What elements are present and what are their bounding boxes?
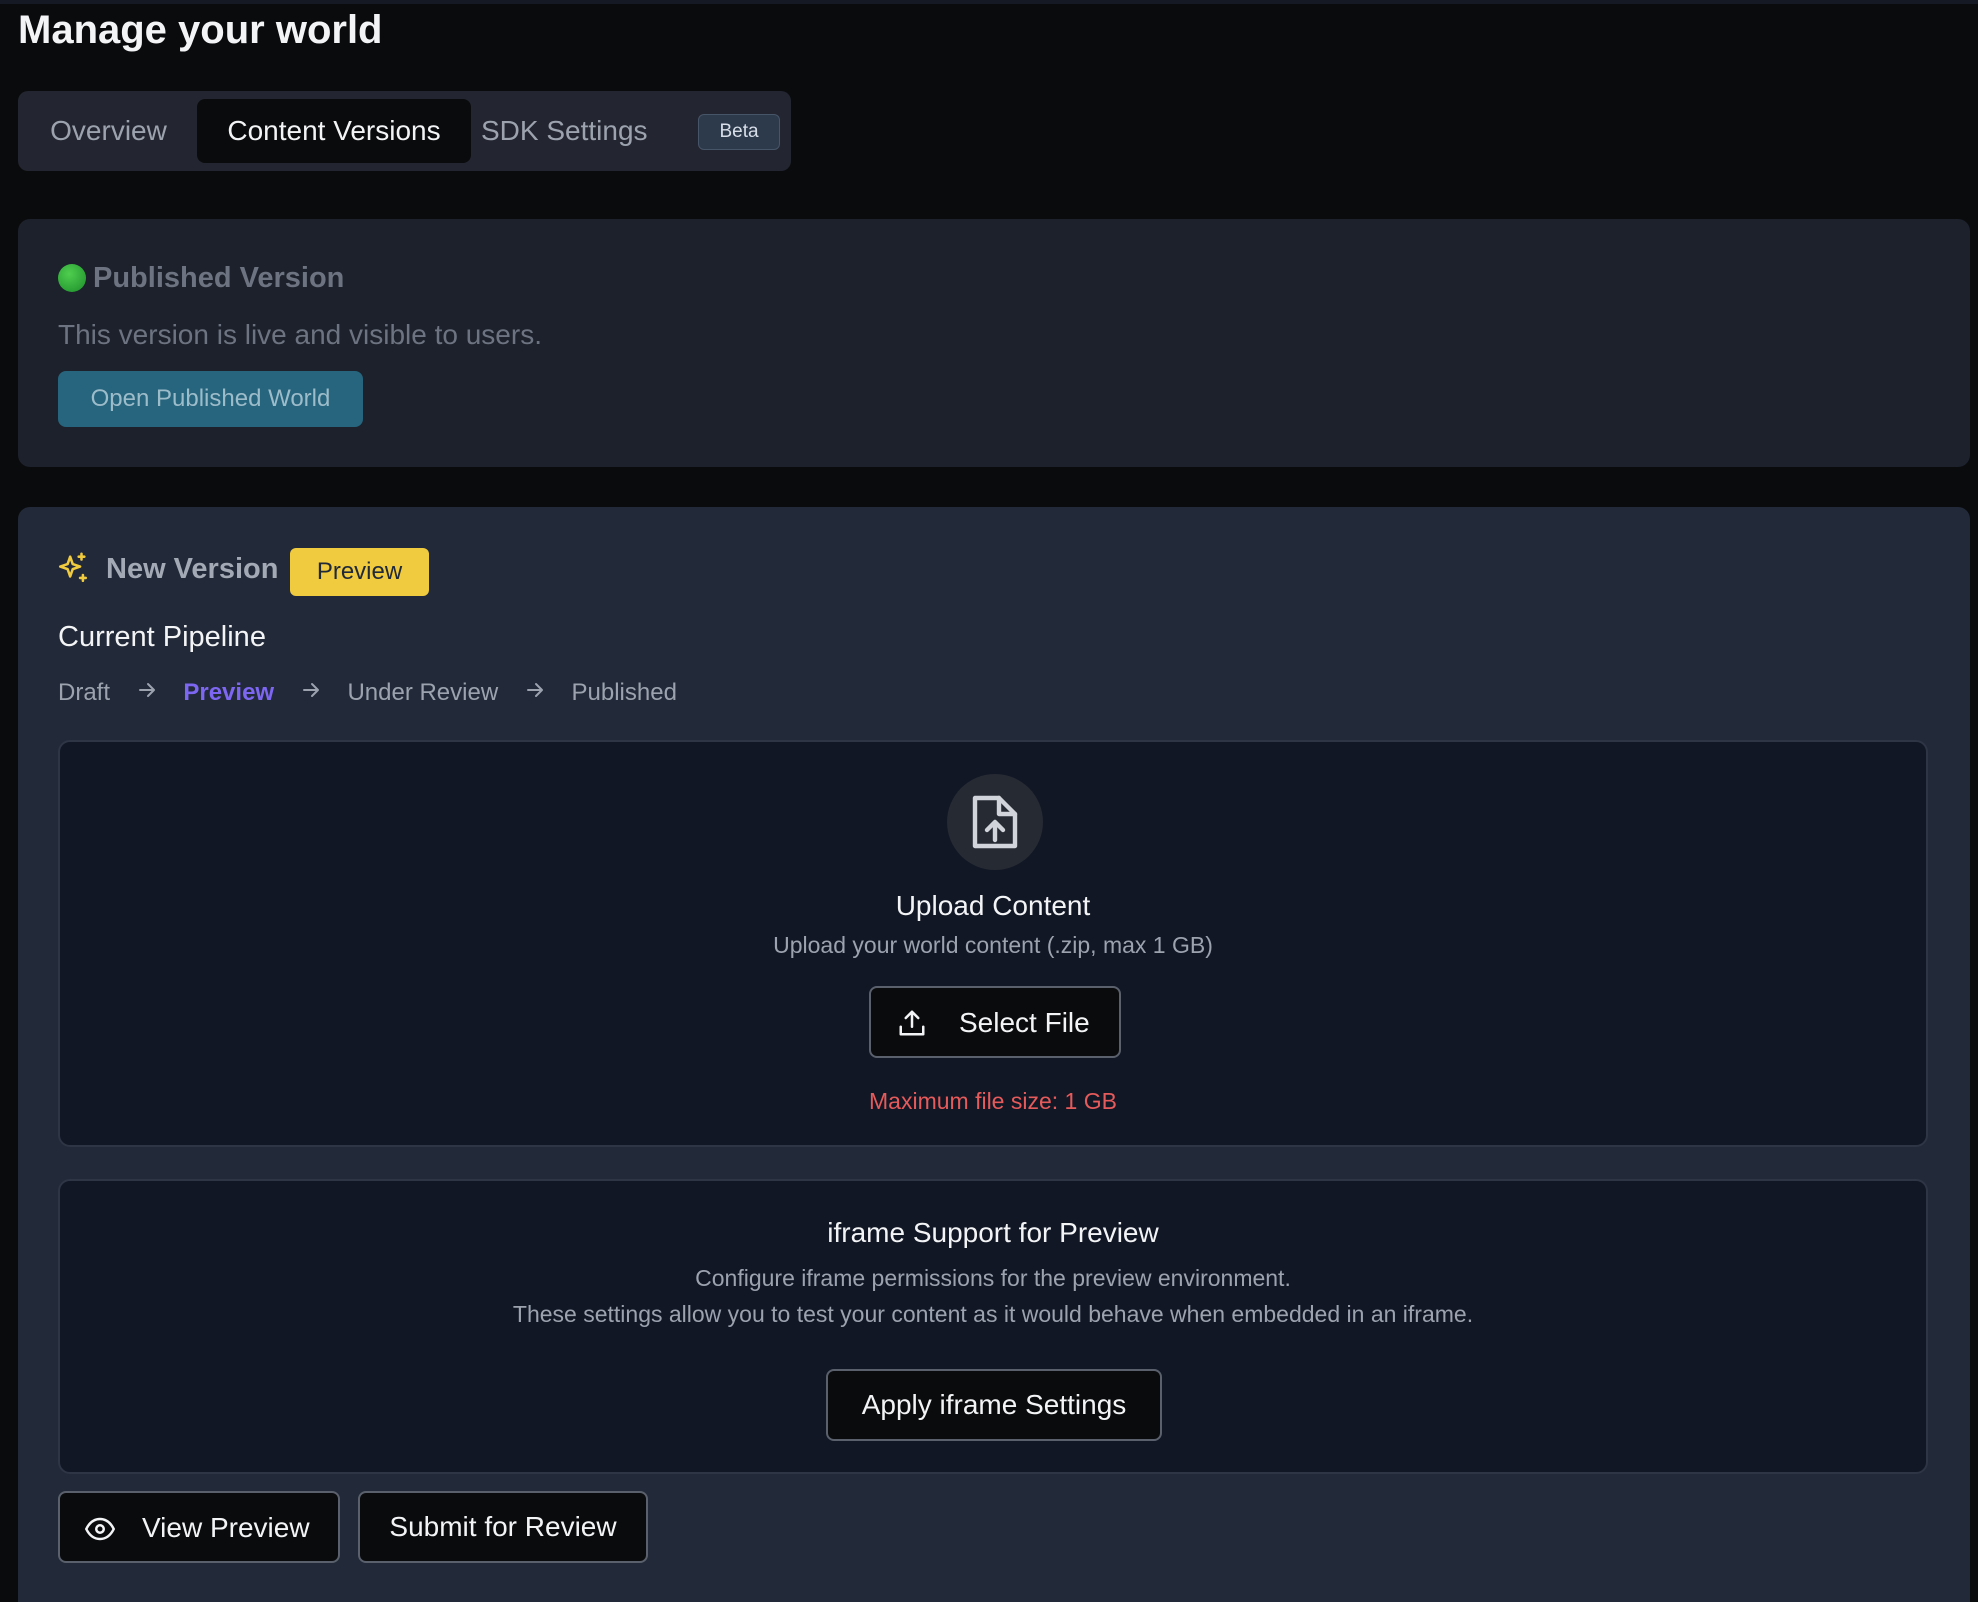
arrow-right-icon xyxy=(137,679,157,707)
pipeline-title: Current Pipeline xyxy=(58,621,266,653)
iframe-support-panel: iframe Support for Preview Configure ifr… xyxy=(58,1179,1928,1474)
pipeline-step-preview: Preview xyxy=(183,678,275,706)
max-file-size-warning: Maximum file size: 1 GB xyxy=(869,1088,1117,1114)
tab-overview[interactable]: Overview xyxy=(26,99,191,163)
file-upload-icon xyxy=(947,774,1043,870)
tab-bar: Overview Content Versions SDK Settings B… xyxy=(18,91,791,171)
green-circle-icon xyxy=(58,264,86,292)
arrow-right-icon xyxy=(301,679,321,707)
tab-sdk-settings-label: SDK Settings xyxy=(481,115,648,146)
pipeline-step-under-review: Under Review xyxy=(347,678,499,706)
page-title: Manage your world xyxy=(18,8,383,52)
published-version-description: This version is live and visible to user… xyxy=(58,319,542,350)
published-version-card: Published Version This version is live a… xyxy=(18,219,1970,467)
upload-title: Upload Content xyxy=(895,890,1091,921)
pipeline-steps: Draft Preview Under Review Published xyxy=(58,678,677,707)
pipeline-step-published: Published xyxy=(571,678,677,706)
select-file-button[interactable]: Select File xyxy=(869,986,1121,1058)
open-published-world-button[interactable]: Open Published World xyxy=(58,371,363,427)
pipeline-step-draft: Draft xyxy=(58,678,111,706)
new-version-card: New Version Preview Current Pipeline Dra… xyxy=(18,507,1970,1602)
upload-icon xyxy=(899,1010,925,1036)
iframe-support-title: iframe Support for Preview xyxy=(827,1217,1159,1248)
upload-description: Upload your world content (.zip, max 1 G… xyxy=(773,932,1213,958)
eye-icon xyxy=(85,1517,115,1541)
view-preview-label: View Preview xyxy=(142,1512,310,1543)
apply-iframe-settings-button[interactable]: Apply iframe Settings xyxy=(826,1369,1162,1441)
sparkles-icon xyxy=(58,552,88,583)
preview-badge: Preview xyxy=(290,548,429,596)
published-version-title: Published Version xyxy=(93,262,345,294)
new-version-title: New Version xyxy=(106,553,279,585)
tab-content-versions[interactable]: Content Versions xyxy=(197,99,471,163)
view-preview-button[interactable]: View Preview xyxy=(58,1491,340,1563)
beta-badge: Beta xyxy=(698,114,780,150)
select-file-label: Select File xyxy=(959,1007,1090,1038)
arrow-right-icon xyxy=(525,679,545,707)
submit-for-review-button[interactable]: Submit for Review xyxy=(358,1491,648,1563)
iframe-support-description-line1: Configure iframe permissions for the pre… xyxy=(695,1265,1291,1291)
tab-sdk-settings[interactable]: SDK Settings Beta xyxy=(481,99,781,163)
iframe-support-description-line2: These settings allow you to test your co… xyxy=(512,1301,1474,1327)
top-border xyxy=(0,0,1978,4)
upload-panel[interactable]: Upload Content Upload your world content… xyxy=(58,740,1928,1147)
